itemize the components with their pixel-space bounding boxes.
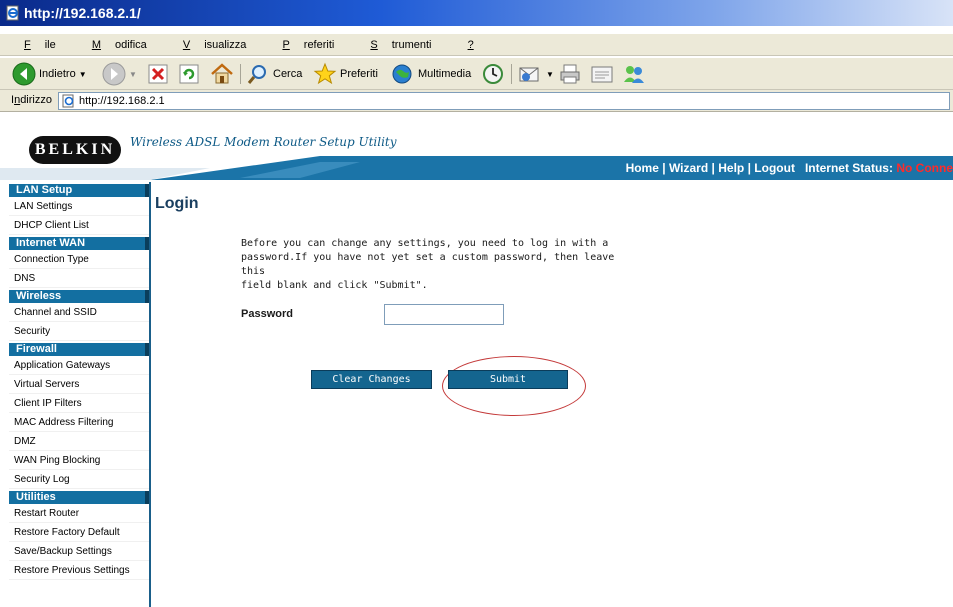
forward-arrow-icon bbox=[102, 62, 126, 86]
nav-divider: | bbox=[662, 161, 666, 175]
forward-button[interactable]: ▼ bbox=[102, 62, 137, 86]
nav-divider: | bbox=[711, 161, 715, 175]
back-label: Indietro bbox=[39, 68, 76, 80]
messenger-button[interactable] bbox=[622, 62, 646, 86]
star-icon bbox=[313, 62, 337, 85]
password-label: Password bbox=[241, 308, 293, 320]
sidebar-section-header: Utilities bbox=[9, 491, 149, 504]
page-icon bbox=[62, 94, 74, 108]
media-label: Multimedia bbox=[418, 68, 472, 80]
search-label: Cerca bbox=[273, 68, 303, 80]
edit-button[interactable] bbox=[590, 62, 614, 86]
printer-icon bbox=[560, 64, 580, 84]
nav-divider: | bbox=[747, 161, 751, 175]
instruction-line: field blank and click "Submit". bbox=[241, 280, 428, 291]
address-url: http://192.168.2.1 bbox=[79, 95, 165, 107]
sidebar-item[interactable]: LAN Settings bbox=[9, 197, 149, 216]
banner-tagline: Wireless ADSL Modem Router Setup Utility bbox=[130, 135, 397, 149]
window-title: http://192.168.2.1/ bbox=[24, 5, 141, 21]
clear-changes-button[interactable]: Clear Changes bbox=[311, 370, 432, 389]
back-dropdown-icon[interactable]: ▼ bbox=[79, 70, 87, 79]
sidebar-section-header: Wireless bbox=[9, 290, 149, 303]
media-globe-icon bbox=[392, 64, 412, 84]
sidebar-section-header: LAN Setup bbox=[9, 184, 149, 197]
sidebar-item[interactable]: WAN Ping Blocking bbox=[9, 451, 149, 470]
instruction-line: Before you can change any settings, you … bbox=[241, 238, 609, 249]
sidebar: LAN Setup LAN Settings DHCP Client List Int… bbox=[9, 182, 149, 607]
address-input[interactable]: http://192.168.2.1 bbox=[58, 92, 950, 110]
internet-status-value: No Conne bbox=[896, 161, 953, 175]
toolbar-separator bbox=[511, 64, 512, 84]
sidebar-section-header: Internet WAN bbox=[9, 237, 149, 250]
menu-file[interactable]: File bbox=[0, 34, 70, 56]
instruction-line: password.If you have not yet set a custo… bbox=[241, 252, 615, 277]
sidebar-item[interactable]: Restore Previous Settings bbox=[9, 561, 149, 580]
history-button[interactable] bbox=[481, 62, 505, 86]
stop-button[interactable] bbox=[147, 62, 169, 86]
address-label: Indirizzo bbox=[11, 94, 52, 106]
sidebar-item[interactable]: DNS bbox=[9, 269, 149, 288]
ie-page-icon bbox=[6, 5, 19, 21]
forward-dropdown-icon[interactable]: ▼ bbox=[129, 70, 137, 79]
home-button[interactable] bbox=[209, 62, 235, 86]
router-page: BELKIN Wireless ADSL Modem Router Setup … bbox=[0, 118, 953, 607]
menu-help[interactable]: ? bbox=[449, 34, 488, 56]
nav-logout[interactable]: Logout bbox=[754, 161, 795, 175]
refresh-button[interactable] bbox=[178, 62, 200, 86]
sidebar-item[interactable]: Security Log bbox=[9, 470, 149, 489]
menu-bar: File Modifica Visualizza Preferiti Strum… bbox=[0, 34, 953, 56]
sidebar-item[interactable]: Virtual Servers bbox=[9, 375, 149, 394]
toolbar: Indietro ▼ ▼ Cerca Preferiti Multimedia … bbox=[0, 58, 953, 90]
sidebar-section-header: Firewall bbox=[9, 343, 149, 356]
home-icon bbox=[211, 63, 233, 84]
window-title-bar: http://192.168.2.1/ bbox=[0, 0, 953, 26]
messenger-icon bbox=[624, 66, 644, 83]
sidebar-item[interactable]: Client IP Filters bbox=[9, 394, 149, 413]
mail-button[interactable]: ▼ bbox=[517, 62, 554, 86]
menu-modifica[interactable]: Modifica bbox=[73, 34, 161, 56]
sidebar-item[interactable]: Connection Type bbox=[9, 250, 149, 269]
search-icon bbox=[247, 65, 266, 84]
media-button[interactable]: Multimedia bbox=[391, 62, 471, 86]
sidebar-item[interactable]: Security bbox=[9, 322, 149, 341]
nav-home[interactable]: Home bbox=[626, 161, 659, 175]
sidebar-item[interactable]: Channel and SSID bbox=[9, 303, 149, 322]
back-button[interactable]: Indietro ▼ bbox=[12, 62, 87, 86]
refresh-icon bbox=[179, 64, 199, 84]
internet-status-label: Internet Status: bbox=[804, 161, 893, 175]
page-title: Login bbox=[155, 195, 199, 212]
stop-icon bbox=[148, 64, 168, 84]
favorites-label: Preferiti bbox=[340, 68, 378, 80]
history-icon bbox=[483, 64, 503, 84]
sidebar-item[interactable]: MAC Address Filtering bbox=[9, 413, 149, 432]
toolbar-separator bbox=[240, 64, 241, 84]
sidebar-item[interactable]: Application Gateways bbox=[9, 356, 149, 375]
favorites-button[interactable]: Preferiti bbox=[313, 62, 378, 86]
sidebar-item[interactable]: DHCP Client List bbox=[9, 216, 149, 235]
search-button[interactable]: Cerca bbox=[246, 62, 302, 86]
print-button[interactable] bbox=[558, 62, 582, 86]
sidebar-item[interactable]: Restore Factory Default bbox=[9, 523, 149, 542]
mail-dropdown-icon[interactable]: ▼ bbox=[546, 70, 554, 79]
submit-button[interactable]: Submit bbox=[448, 370, 568, 389]
nav-help[interactable]: Help bbox=[718, 161, 744, 175]
password-field[interactable] bbox=[384, 304, 504, 325]
menu-preferiti[interactable]: Preferiti bbox=[263, 34, 348, 56]
sidebar-item[interactable]: Save/Backup Settings bbox=[9, 542, 149, 561]
menu-visualizza[interactable]: Visualizza bbox=[164, 34, 261, 56]
back-arrow-icon bbox=[12, 62, 36, 86]
address-bar: Indirizzo http://192.168.2.1 bbox=[0, 90, 953, 112]
sidebar-border bbox=[149, 182, 151, 607]
menu-strumenti[interactable]: Strumenti bbox=[351, 34, 445, 56]
top-nav: Home | Wizard | Help | Logout Internet S… bbox=[626, 161, 953, 175]
edit-page-icon bbox=[591, 66, 613, 83]
sidebar-item[interactable]: Restart Router bbox=[9, 504, 149, 523]
nav-wizard[interactable]: Wizard bbox=[669, 161, 708, 175]
mail-icon bbox=[519, 67, 539, 82]
sidebar-item[interactable]: DMZ bbox=[9, 432, 149, 451]
login-instructions: Before you can change any settings, you … bbox=[241, 237, 641, 293]
